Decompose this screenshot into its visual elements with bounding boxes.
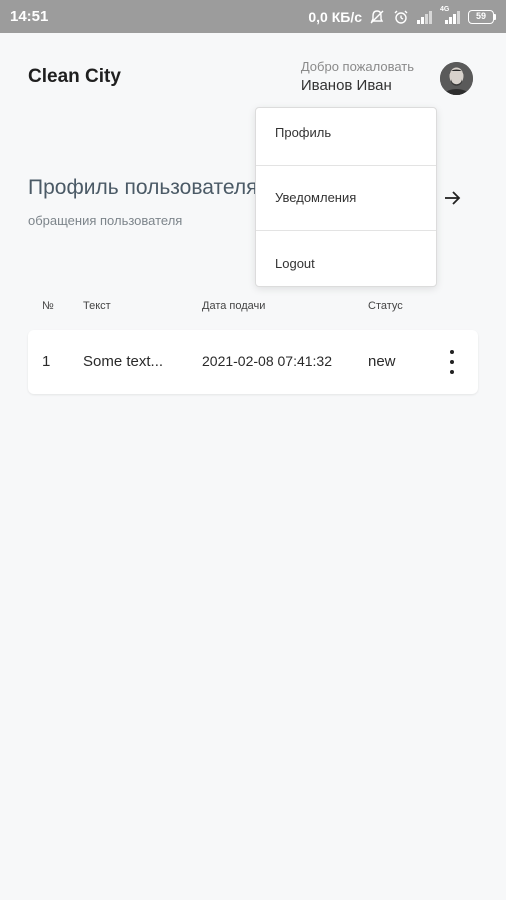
column-header-status: Статус: [368, 300, 403, 312]
row-text: Some text...: [83, 353, 164, 370]
network-type-label: 4G: [440, 5, 450, 13]
bell-off-icon: [368, 8, 386, 26]
page-title: Профиль пользователя: [28, 176, 258, 199]
app-brand[interactable]: Clean City: [28, 66, 121, 88]
user-dropdown-menu: Профиль Уведомления Logout: [255, 107, 437, 287]
row-status: new: [368, 353, 396, 370]
page-subtitle: обращения пользователя: [28, 213, 183, 228]
avatar[interactable]: [440, 62, 473, 95]
column-header-text: Текст: [83, 300, 111, 312]
battery-level: 59: [468, 9, 494, 24]
status-time: 14:51: [10, 8, 49, 25]
arrow-right-icon[interactable]: [440, 186, 464, 210]
battery-icon: 59: [468, 9, 496, 24]
user-greeting: Добро пожаловать Иванов Иван: [301, 59, 414, 94]
alarm-clock-icon: [392, 8, 410, 26]
row-number: 1: [42, 353, 51, 370]
column-header-date: Дата подачи: [202, 300, 266, 312]
menu-item-logout[interactable]: Logout: [256, 234, 436, 292]
table-header: № Текст Дата подачи Статус: [28, 300, 478, 318]
user-name: Иванов Иван: [300, 77, 392, 94]
status-bar: 14:51 0,0 КБ/с 4G 59: [0, 0, 506, 33]
status-icons: 0,0 КБ/с 4G 59: [308, 5, 496, 26]
menu-divider: [256, 230, 436, 231]
column-header-number: №: [42, 300, 54, 312]
menu-divider: [256, 165, 436, 166]
menu-item-notifications[interactable]: Уведомления: [256, 168, 436, 226]
menu-item-profile[interactable]: Профиль: [256, 103, 436, 161]
more-vertical-icon[interactable]: [442, 350, 462, 374]
welcome-text: Добро пожаловать: [300, 59, 414, 74]
signal-icon: [416, 8, 434, 26]
table-row[interactable]: 1 Some text... 2021-02-08 07:41:32 new: [28, 330, 478, 394]
signal-4g-icon: 4G: [440, 5, 462, 26]
row-date: 2021-02-08 07:41:32: [202, 353, 332, 369]
network-speed: 0,0 КБ/с: [308, 8, 362, 25]
